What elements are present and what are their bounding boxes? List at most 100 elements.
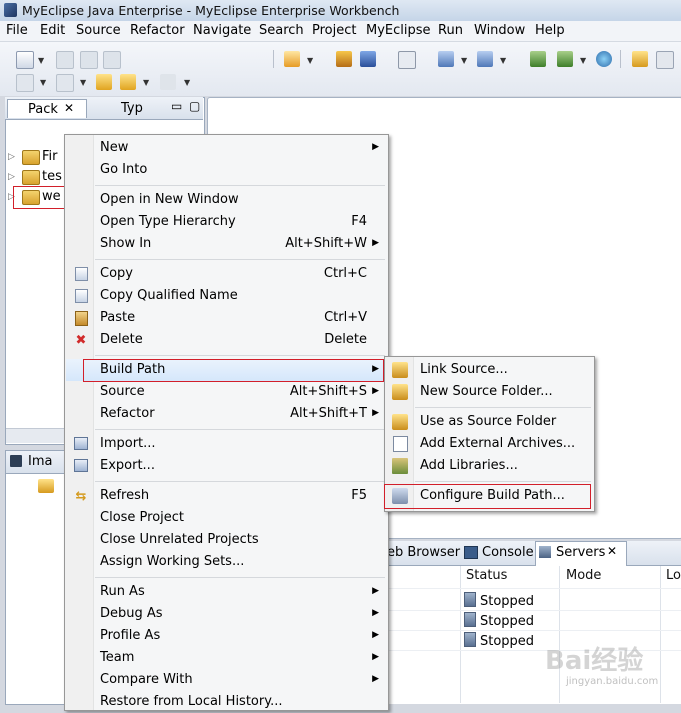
back-icon[interactable]	[120, 74, 136, 90]
maximize-icon[interactable]: ▢	[189, 99, 200, 113]
menu-item-new-source-folder[interactable]: New Source Folder...	[386, 381, 593, 403]
menu-item-open-in-new-window[interactable]: Open in New Window	[66, 189, 387, 211]
deploy-icon[interactable]	[336, 51, 352, 67]
menu-item-restore-from-local-history[interactable]: Restore from Local History...	[66, 691, 387, 713]
column-header-mode[interactable]: Mode	[566, 568, 601, 583]
menu-help[interactable]: Help	[535, 23, 565, 38]
forward-dropdown-icon[interactable]: ▼	[184, 78, 190, 87]
menu-item-refresh[interactable]: ⇆ Refresh F5	[66, 485, 387, 507]
server-row[interactable]: Stopped	[464, 632, 534, 649]
new-web-dropdown-icon[interactable]: ▼	[307, 56, 313, 65]
tab-servers[interactable]: Servers	[556, 545, 605, 560]
menu-item-add-external-archives[interactable]: Add External Archives...	[386, 433, 593, 455]
prev-annotation-dropdown-icon[interactable]: ▼	[80, 78, 86, 87]
menu-item-show-in[interactable]: Show In Alt+Shift+W ▶	[66, 233, 387, 255]
server-row[interactable]: Stopped	[464, 592, 534, 609]
print-icon[interactable]	[103, 51, 121, 69]
menu-item-debug-as[interactable]: Debug As ▶	[66, 603, 387, 625]
menu-item-refactor[interactable]: Refactor Alt+Shift+T ▶	[66, 403, 387, 425]
new-icon[interactable]	[16, 51, 34, 69]
project-folder-icon	[22, 150, 40, 165]
menu-item-close-project[interactable]: Close Project	[66, 507, 387, 529]
menu-item-copy[interactable]: Copy Ctrl+C	[66, 263, 387, 285]
column-header-status[interactable]: Status	[466, 568, 507, 583]
open-folder-icon[interactable]	[632, 51, 648, 67]
back-dropdown-icon[interactable]: ▼	[143, 78, 149, 87]
menu-item-copy-qualified-name[interactable]: Copy Qualified Name	[66, 285, 387, 307]
menu-myeclipse[interactable]: MyEclipse	[366, 23, 431, 38]
highlight-box	[83, 359, 384, 382]
menu-bar: File Edit Source Refactor Navigate Searc…	[0, 21, 681, 42]
menu-item-new[interactable]: New ▶	[66, 137, 387, 159]
menu-item-open-type-hierarchy[interactable]: Open Type Hierarchy F4	[66, 211, 387, 233]
menu-file[interactable]: File	[6, 23, 28, 38]
run-dropdown-icon[interactable]: ▼	[500, 56, 506, 65]
horizontal-scrollbar[interactable]	[6, 428, 64, 443]
save-icon[interactable]	[56, 51, 74, 69]
debug-server-icon[interactable]	[438, 51, 454, 67]
tab-web-browser[interactable]: eb Browser	[387, 545, 460, 560]
menu-item-link-source[interactable]: Link Source...	[386, 359, 593, 381]
next-annotation-icon[interactable]	[16, 74, 34, 92]
tab-console[interactable]: Console	[482, 545, 534, 560]
menu-item-add-libraries[interactable]: Add Libraries...	[386, 455, 593, 477]
menu-search[interactable]: Search	[259, 23, 304, 38]
menu-item-run-as[interactable]: Run As ▶	[66, 581, 387, 603]
debug-dropdown-icon[interactable]: ▼	[461, 56, 467, 65]
copy-icon	[75, 267, 88, 281]
run-icon[interactable]	[530, 51, 546, 67]
run-as-icon[interactable]	[557, 51, 573, 67]
menu-navigate[interactable]: Navigate	[193, 23, 251, 38]
menu-item-paste[interactable]: Paste Ctrl+V	[66, 307, 387, 329]
menu-item-go-into[interactable]: Go Into	[66, 159, 387, 181]
expand-arrow-icon[interactable]: ▷	[8, 172, 15, 182]
new-dropdown-icon[interactable]: ▼	[38, 56, 44, 65]
highlight-box	[13, 186, 69, 209]
run-server-icon[interactable]	[477, 51, 493, 67]
menu-item-import[interactable]: Import...	[66, 433, 387, 455]
open-file-icon[interactable]	[656, 51, 674, 69]
calculator-icon[interactable]	[398, 51, 416, 69]
tab-image[interactable]: Ima	[28, 454, 52, 469]
globe-icon[interactable]	[596, 51, 612, 67]
close-icon[interactable]: ✕	[64, 101, 74, 115]
annotation-dropdown-icon[interactable]: ▼	[40, 78, 46, 87]
column-header-location[interactable]: Lo	[666, 568, 681, 583]
new-web-project-icon[interactable]	[284, 51, 300, 67]
menu-item-export[interactable]: Export...	[66, 455, 387, 477]
server-status: Stopped	[480, 614, 535, 629]
menu-item-use-as-source-folder[interactable]: Use as Source Folder	[386, 411, 593, 433]
server-icon[interactable]	[360, 51, 376, 67]
menu-item-team[interactable]: Team ▶	[66, 647, 387, 669]
last-edit-icon[interactable]	[96, 74, 112, 90]
menu-item-assign-working-sets[interactable]: Assign Working Sets...	[66, 551, 387, 573]
menu-project[interactable]: Project	[312, 23, 356, 38]
menu-window[interactable]: Window	[474, 23, 525, 38]
menu-item-close-unrelated-projects[interactable]: Close Unrelated Projects	[66, 529, 387, 551]
menu-edit[interactable]: Edit	[40, 23, 65, 38]
forward-icon[interactable]	[160, 74, 176, 90]
close-icon[interactable]: ✕	[607, 544, 617, 558]
tab-package-explorer[interactable]: Pack ✕	[7, 99, 87, 118]
tab-type-hierarchy[interactable]: Typ	[103, 99, 157, 117]
menu-refactor[interactable]: Refactor	[130, 23, 185, 38]
server-row[interactable]: Stopped	[464, 612, 534, 629]
menu-item-profile-as[interactable]: Profile As ▶	[66, 625, 387, 647]
package-explorer-tabs: Pack ✕ Typ ▭ ▢	[5, 97, 203, 120]
prev-annotation-icon[interactable]	[56, 74, 74, 92]
menu-source[interactable]: Source	[76, 23, 121, 38]
toolbar-separator	[273, 50, 274, 68]
menu-separator	[95, 429, 385, 430]
menu-item-source[interactable]: Source Alt+Shift+S ▶	[66, 381, 387, 403]
menu-run[interactable]: Run	[438, 23, 463, 38]
link-source-icon	[392, 362, 408, 378]
minimize-icon[interactable]: ▭	[171, 99, 182, 113]
submenu-arrow-icon: ▶	[372, 408, 379, 418]
menu-item-label: Link Source...	[420, 362, 508, 377]
expand-arrow-icon[interactable]: ▷	[8, 152, 15, 162]
save-all-icon[interactable]	[80, 51, 98, 69]
sync-icon[interactable]	[38, 479, 54, 493]
menu-item-compare-with[interactable]: Compare With ▶	[66, 669, 387, 691]
run-as-dropdown-icon[interactable]: ▼	[580, 56, 586, 65]
menu-item-delete[interactable]: ✖ Delete Delete	[66, 329, 387, 351]
